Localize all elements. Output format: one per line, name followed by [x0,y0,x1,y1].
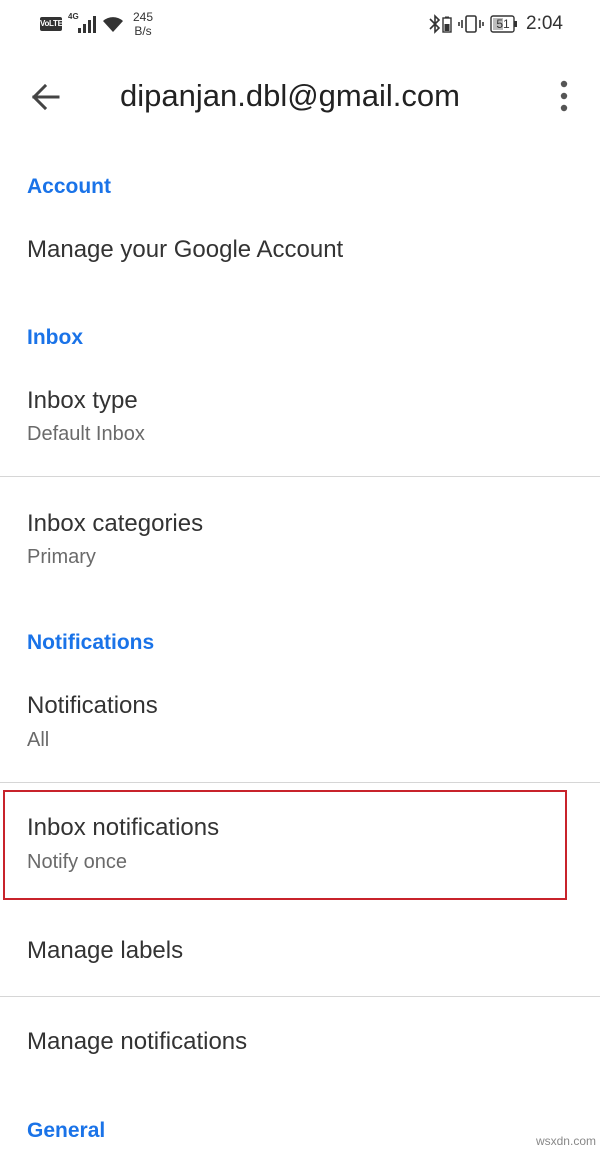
status-bar: VoLTE 4G 245 B/s 51 2:04 [0,0,600,48]
setting-manage-notifications[interactable]: Manage notifications [0,1010,600,1080]
divider [0,782,600,783]
section-header-account: Account [27,175,111,198]
arrow-back-icon[interactable] [22,76,70,118]
account-email-title: dipanjan.dbl@gmail.com [120,78,460,113]
more-vert-icon[interactable] [548,76,580,116]
network-speed-unit: B/s [134,24,152,38]
signal-icon [78,16,96,33]
setting-inbox-type[interactable]: Inbox type Default Inbox [0,370,600,476]
setting-title: Inbox categories [27,510,204,537]
section-header-inbox: Inbox [27,326,83,349]
battery-level: 51 [496,17,510,31]
setting-inbox-categories[interactable]: Inbox categories Primary [0,494,600,586]
setting-notifications[interactable]: Notifications All [0,676,600,782]
divider [0,996,600,997]
section-header-general: General [27,1119,106,1142]
setting-manage-labels[interactable]: Manage labels [0,920,600,990]
divider [0,476,600,477]
network-speed-value: 245 [132,10,154,24]
wifi-icon [103,17,123,32]
setting-title: Manage your Google Account [27,236,344,263]
watermark: wsxdn.com [535,1134,596,1148]
setting-subtitle: All [27,729,50,751]
setting-title: Manage notifications [27,1028,248,1055]
volte-badge: VoLTE [40,17,63,31]
network-speed: 245 B/s [128,10,158,38]
setting-subtitle: Primary [27,546,96,568]
setting-title: Inbox type [27,387,138,414]
highlight-box [3,790,567,900]
device-battery-icon [442,16,452,33]
setting-manage-google-account[interactable]: Manage your Google Account [0,220,600,280]
setting-title: Manage labels [27,937,184,964]
setting-title: Notifications [27,692,158,719]
bluetooth-icon [429,14,441,34]
setting-subtitle: Default Inbox [27,423,145,445]
section-header-notifications: Notifications [27,631,155,654]
clock: 2:04 [526,13,563,34]
vibrate-icon [458,15,484,33]
app-bar: dipanjan.dbl@gmail.com [0,48,600,148]
